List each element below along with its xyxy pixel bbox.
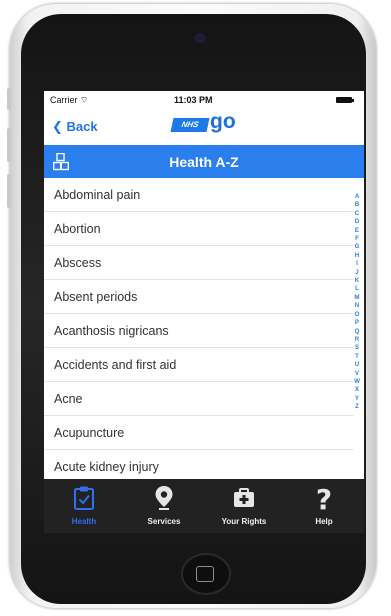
index-letter[interactable]: C [355, 210, 359, 218]
nhs-go-logo: NHS go [170, 110, 252, 134]
list-item[interactable]: Acanthosis nigricans [44, 314, 354, 348]
index-letter[interactable]: Z [355, 403, 359, 411]
alphabet-index[interactable]: ABCDEFGHIJKLMNOPQRSTUVWXYZ [352, 193, 362, 412]
tab-services-label: Services [147, 517, 181, 526]
index-letter[interactable]: A [355, 193, 359, 201]
index-letter[interactable]: M [354, 294, 359, 302]
index-letter[interactable]: I [356, 260, 358, 268]
index-letter[interactable]: V [355, 370, 359, 378]
map-pin-icon [155, 486, 173, 510]
tab-help[interactable]: ? Help [284, 479, 364, 533]
list-item[interactable]: Acne [44, 382, 354, 416]
volume-down-button [7, 174, 11, 208]
status-bar: Carrier ⌔ 11:03 PM [44, 91, 364, 109]
list-item[interactable]: Acupuncture [44, 416, 354, 450]
index-letter[interactable]: G [355, 243, 360, 251]
index-letter[interactable]: H [355, 252, 359, 260]
index-letter[interactable]: F [355, 235, 359, 243]
index-letter[interactable]: P [355, 319, 359, 327]
index-letter[interactable]: Y [355, 395, 359, 403]
tab-help-label: Help [315, 517, 333, 526]
index-letter[interactable]: D [355, 218, 359, 226]
status-time: 11:03 PM [174, 95, 213, 105]
volume-up-button [7, 128, 11, 162]
go-logo-text: go [210, 110, 236, 133]
index-letter[interactable]: X [355, 386, 359, 394]
index-letter[interactable]: B [355, 201, 359, 209]
index-letter[interactable]: J [355, 269, 358, 277]
tab-services[interactable]: Services [124, 479, 204, 533]
question-mark-icon: ? [316, 485, 332, 513]
list-item[interactable]: Abortion [44, 212, 354, 246]
first-aid-kit-icon [234, 488, 254, 507]
index-letter[interactable]: S [355, 344, 359, 352]
mute-switch [7, 88, 11, 110]
index-letter[interactable]: N [355, 302, 359, 310]
index-letter[interactable]: U [355, 361, 359, 369]
index-letter[interactable]: Q [355, 328, 360, 336]
svg-text:?: ? [316, 485, 332, 513]
index-letter[interactable]: O [355, 311, 360, 319]
list-item[interactable]: Accidents and first aid [44, 348, 354, 382]
navigation-bar: ❮ Back NHS go [44, 109, 364, 139]
list-item[interactable]: Abdominal pain [44, 178, 354, 212]
health-az-list: Abdominal pain Abortion Abscess Absent peri… [44, 178, 354, 484]
list-item[interactable]: Absent periods [44, 280, 354, 314]
index-letter[interactable]: E [355, 227, 359, 235]
tab-health[interactable]: Health [44, 479, 124, 533]
page-title: Health A-Z [169, 154, 239, 170]
section-header: Health A-Z [44, 145, 364, 178]
tab-your-rights[interactable]: Your Rights [204, 479, 284, 533]
app-screen: Carrier ⌔ 11:03 PM ❮ Back NHS go Health … [44, 91, 364, 533]
index-letter[interactable]: W [354, 378, 360, 386]
index-letter[interactable]: R [355, 336, 359, 344]
carrier-label: Carrier ⌔ [50, 95, 89, 105]
home-button-icon [196, 566, 214, 582]
tab-your-rights-label: Your Rights [221, 517, 267, 526]
clipboard-check-icon [74, 486, 94, 510]
back-button[interactable]: ❮ Back [52, 119, 98, 135]
nhs-logo-mark: NHS [170, 118, 210, 132]
index-letter[interactable]: K [355, 277, 359, 285]
wifi-icon: ⌔ [80, 95, 89, 105]
chevron-left-icon: ❮ [52, 119, 63, 134]
index-letter[interactable]: T [355, 353, 359, 361]
battery-icon [336, 97, 354, 103]
list-item[interactable]: Abscess [44, 246, 354, 280]
tab-health-label: Health [71, 517, 97, 526]
front-camera [196, 34, 204, 42]
index-letter[interactable]: L [355, 285, 359, 293]
tab-bar: Health Services Your Rights ? Help [44, 479, 364, 533]
